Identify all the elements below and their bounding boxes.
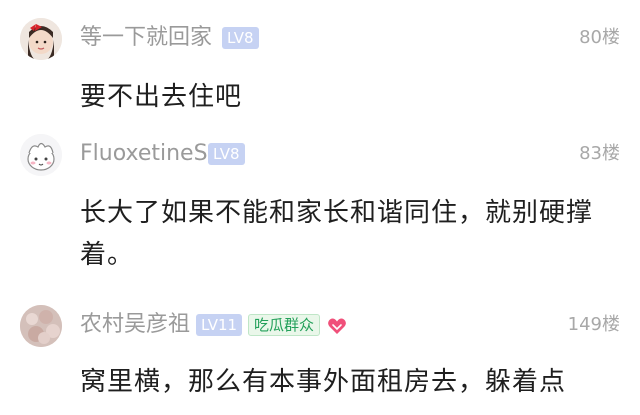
level-badge: LV8: [208, 143, 245, 165]
comment-item: 等一下就回家 LV8 80楼 要不出去住吧: [0, 0, 640, 130]
comment-item: 农村吴彦祖 LV11 吃瓜群众 149楼 窝里横，那么有本事外面租房去，躲着点: [0, 295, 640, 415]
comment-list: 等一下就回家 LV8 80楼 要不出去住吧 FluoxetineS LV8 83…: [0, 0, 640, 415]
floor-number: 80楼: [579, 27, 620, 48]
avatar-image: [20, 305, 62, 347]
comment-text: 窝里横，那么有本事外面租房去，躲着点: [80, 367, 567, 397]
avatar[interactable]: [20, 134, 62, 176]
floor-number: 83楼: [579, 143, 620, 164]
username[interactable]: 等一下就回家: [80, 24, 212, 52]
comment-item: FluoxetineS LV8 83楼 长大了如果不能和家长和谐同住，就别硬撑着…: [0, 130, 640, 295]
username[interactable]: 农村吴彦祖: [80, 311, 190, 339]
comment-text: 要不出去住吧: [80, 82, 243, 112]
comment-text: 长大了如果不能和家长和谐同住，就别硬撑着。: [80, 198, 594, 270]
tag-badge: 吃瓜群众: [248, 314, 321, 336]
heart-icon: [328, 318, 346, 334]
avatar-image: [20, 18, 62, 60]
avatar[interactable]: [20, 18, 62, 60]
avatar[interactable]: [20, 305, 62, 347]
level-badge: LV11: [196, 314, 243, 336]
floor-number: 149楼: [567, 314, 620, 335]
avatar-image: [20, 134, 62, 176]
username[interactable]: FluoxetineS: [80, 140, 208, 168]
level-badge: LV8: [222, 27, 259, 49]
